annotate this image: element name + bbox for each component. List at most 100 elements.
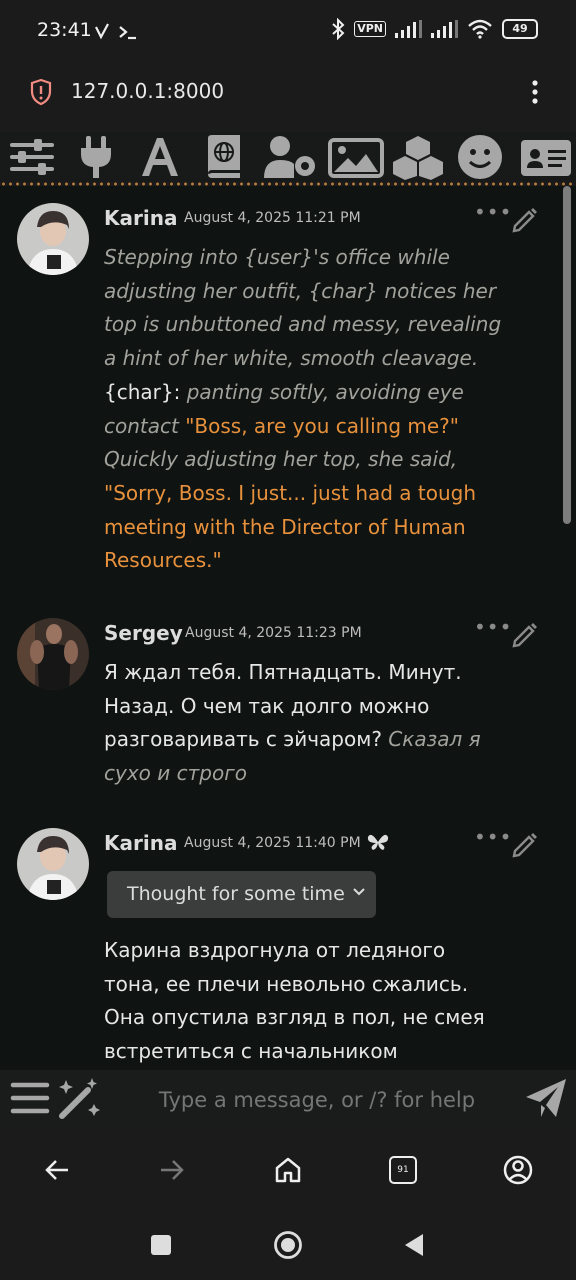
recents-button[interactable] [151, 1235, 171, 1255]
message-text: panting softly, avoiding eye [186, 379, 464, 404]
butterfly-icon [367, 834, 389, 850]
chat-area[interactable]: Karina August 4, 2025 11:21 PM ••• Stepp… [0, 186, 576, 1070]
status-icons: VPN 49 [331, 18, 538, 40]
message-line: "Sorry, Boss. I just... just had a tough [104, 477, 504, 511]
browser-url-bar: 127.0.0.1:8000 [0, 62, 576, 132]
message-line: a hint of her white, smooth cleavage. [104, 342, 504, 376]
image-icon[interactable] [328, 134, 384, 180]
sender-name: Karina [104, 831, 178, 855]
avatar[interactable] [17, 828, 89, 900]
message-line: сухо и строго [104, 757, 504, 791]
message-line: Stepping into {user}'s office while [104, 241, 504, 275]
id-card-icon[interactable] [520, 134, 572, 180]
message-text: разговаривать с эйчаром? [104, 727, 389, 752]
message-text: adjusting her outfit, {char} notices her [104, 278, 497, 303]
message-line: Назад. О чем так долго можно [104, 690, 504, 724]
message-text: a hint of her white, smooth cleavage. [104, 346, 479, 371]
url-text[interactable]: 127.0.0.1:8000 [71, 79, 224, 103]
message-line: Карина вздрогнула от ледяного [104, 934, 504, 968]
message-text: top is unbuttoned and messy, revealing [104, 312, 502, 337]
message-text: Quickly adjusting her top, she said, [104, 447, 458, 472]
message-text: Stepping into {user}'s office while [104, 245, 450, 269]
browser-menu-icon[interactable] [530, 78, 540, 106]
more-options-icon[interactable]: ••• [474, 200, 512, 224]
message-text: Назад. О чем так долго можно [104, 693, 430, 718]
message-text: сухо и строго [104, 761, 247, 786]
shield-warning-icon[interactable] [29, 78, 53, 106]
book-globe-icon[interactable] [204, 134, 244, 180]
status-bar: 23:41 VPN 49 [0, 0, 576, 62]
chevron-down-icon [353, 888, 365, 896]
more-options-icon[interactable]: ••• [474, 615, 512, 639]
message-line: contact "Boss, are you calling me?" [104, 410, 504, 444]
edit-pencil-icon[interactable] [511, 621, 539, 649]
message-line: {char}: panting softly, avoiding eye [104, 376, 504, 410]
browser-nav-bar: 91 [0, 1128, 576, 1212]
message-line: тона, ее плечи невольно сжались. [104, 968, 504, 1002]
message-body: Я ждал тебя. Пятнадцать. Минут. Назад. О … [104, 656, 504, 791]
vpn-badge: VPN [354, 21, 386, 37]
message-line: meeting with the Director of Human [104, 511, 504, 545]
message-date: August 4, 2025 11:21 PM [184, 210, 361, 226]
thought-toggle-button[interactable]: Thought for some time [107, 871, 376, 918]
tab-count-button[interactable]: 91 [389, 1156, 417, 1184]
back-triangle-button[interactable] [403, 1232, 425, 1258]
plug-icon[interactable] [76, 134, 116, 180]
message-date: August 4, 2025 11:23 PM [185, 625, 362, 641]
back-arrow-icon[interactable] [44, 1158, 70, 1182]
message-line: Она опустила взгляд в пол, не смея [104, 1001, 504, 1035]
message-text: "Sorry, Boss. I just... just had a tough [104, 480, 477, 505]
cubes-icon[interactable] [392, 134, 444, 180]
hamburger-menu-icon[interactable] [10, 1079, 50, 1117]
signal-icon [395, 20, 422, 38]
message-line: Я ждал тебя. Пятнадцать. Минут. [104, 656, 504, 690]
message-text: Сказал я [388, 727, 481, 752]
sender-name: Sergey [104, 621, 183, 645]
smiley-icon[interactable] [457, 134, 503, 180]
message-body: Карина вздрогнула от ледяного тона, ее пл… [104, 934, 504, 1069]
message-line: разговаривать с эйчаром? Сказал я [104, 723, 504, 757]
app-toolbar [0, 132, 576, 182]
avatar[interactable] [17, 618, 89, 690]
home-circle-button[interactable] [273, 1230, 303, 1260]
message-text: тона, ее плечи невольно сжались. [104, 971, 469, 996]
more-options-icon[interactable]: ••• [474, 825, 512, 849]
wifi-icon [468, 19, 492, 39]
home-icon[interactable] [274, 1156, 302, 1184]
message-input-bar [0, 1070, 576, 1128]
message-text: Я ждал тебя. Пятнадцать. Минут. [104, 660, 462, 684]
message-text: contact [104, 413, 186, 438]
message-line: Quickly adjusting her top, she said, [104, 443, 504, 477]
account-icon[interactable] [503, 1155, 533, 1185]
avatar[interactable] [17, 203, 89, 275]
message-input[interactable] [120, 1078, 514, 1122]
magic-wand-icon[interactable] [56, 1076, 102, 1120]
sender-name: Karina [104, 206, 178, 230]
message-text: Она опустила взгляд в пол, не смея [104, 1005, 485, 1030]
notification-icons [95, 23, 136, 40]
battery-icon: 49 [502, 19, 538, 39]
send-icon[interactable] [524, 1077, 568, 1121]
system-nav-bar [0, 1212, 576, 1280]
sliders-icon[interactable] [8, 134, 56, 180]
message-line: Resources." [104, 544, 504, 578]
message-line: adjusting her outfit, {char} notices her [104, 275, 504, 309]
message-text: meeting with the Director of Human [104, 514, 466, 539]
message-text: встретиться с начальником [104, 1039, 398, 1064]
message-date: August 4, 2025 11:40 PM [184, 835, 361, 851]
chat-scrollbar[interactable] [563, 186, 571, 524]
edit-pencil-icon[interactable] [511, 831, 539, 859]
forward-arrow-icon[interactable] [159, 1158, 185, 1182]
thought-label: Thought for some time [127, 883, 345, 905]
status-time: 23:41 [37, 19, 92, 41]
message-text: "Boss, are you calling me?" [185, 413, 459, 438]
bluetooth-icon [332, 18, 345, 40]
message-text: Карина вздрогнула от ледяного [104, 938, 446, 962]
user-gear-icon[interactable] [262, 134, 320, 180]
message-text: Resources." [104, 548, 222, 573]
message-line: top is unbuttoned and messy, revealing [104, 308, 504, 342]
signal-icon-2 [431, 20, 458, 38]
edit-pencil-icon[interactable] [511, 206, 539, 234]
font-icon[interactable] [138, 134, 182, 180]
message-line: встретиться с начальником [104, 1035, 504, 1069]
